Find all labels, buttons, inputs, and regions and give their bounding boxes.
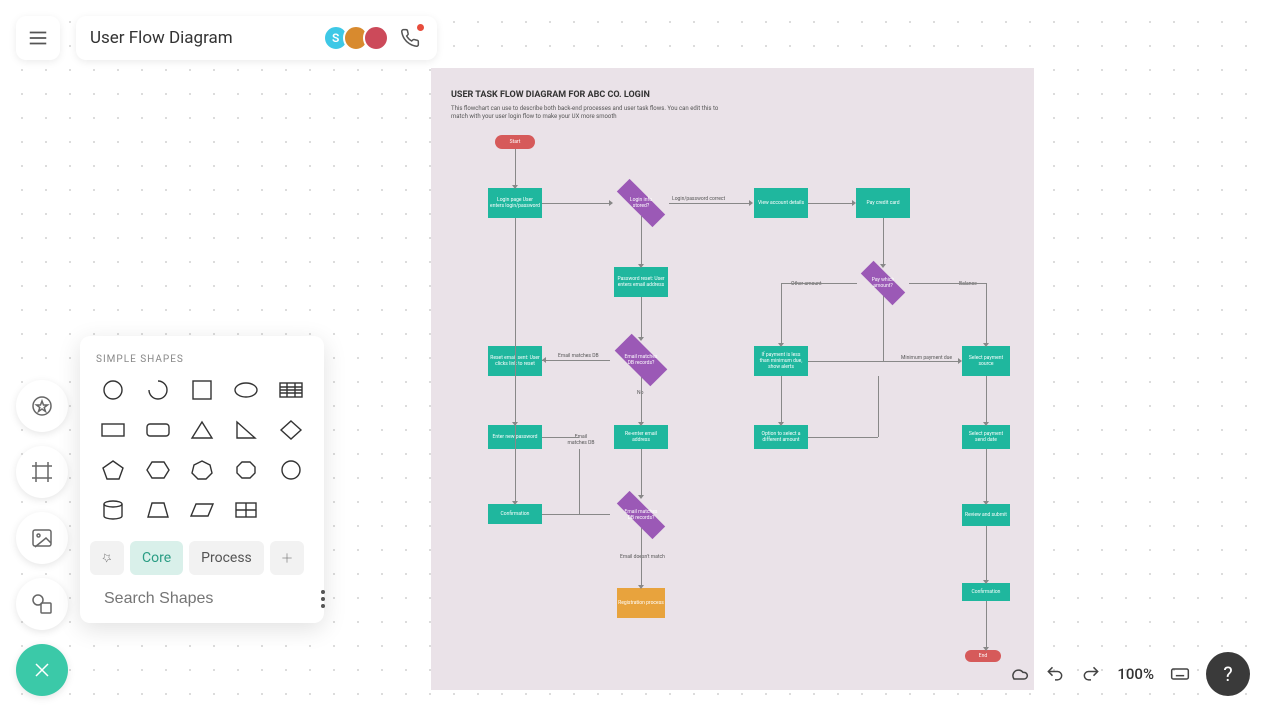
diagram-title[interactable]: USER TASK FLOW DIAGRAM FOR ABC CO. LOGIN — [451, 90, 650, 100]
frame-tool[interactable] — [16, 446, 68, 498]
node-login-page[interactable]: Login page User enters login/password — [488, 188, 542, 218]
tab-process[interactable]: Process — [189, 541, 264, 575]
node-login-stored[interactable]: Login info stored? — [623, 194, 659, 212]
edge-label: Email matches DB — [558, 353, 599, 359]
node-select-date[interactable]: Select payment send date — [962, 425, 1010, 449]
add-tab-button[interactable] — [270, 541, 304, 575]
shape-triangle[interactable] — [183, 415, 221, 445]
edge-label: Login/password correct — [672, 196, 725, 202]
node-pay-which[interactable]: Pay which amount? — [867, 274, 899, 292]
redo-icon — [1081, 664, 1101, 684]
shape-ellipse[interactable] — [227, 375, 265, 405]
diagram-canvas[interactable]: USER TASK FLOW DIAGRAM FOR ABC CO. LOGIN… — [431, 68, 1034, 690]
node-end[interactable]: End — [965, 650, 1001, 662]
title-bar: User Flow Diagram S — [76, 16, 437, 60]
undo-icon — [1045, 664, 1065, 684]
shape-grid[interactable] — [227, 495, 265, 525]
shape-nonagon[interactable] — [272, 455, 310, 485]
shape-trapezoid[interactable] — [138, 495, 176, 525]
menu-button[interactable] — [16, 16, 60, 60]
node-view-account[interactable]: View account details — [754, 188, 808, 218]
zoom-level[interactable]: 100% — [1117, 665, 1154, 683]
node-start[interactable]: Start — [495, 135, 535, 149]
keyboard-shortcuts-button[interactable] — [1170, 664, 1190, 684]
cloud-icon — [1009, 664, 1029, 684]
diagram-description[interactable]: This flowchart can use to describe both … — [451, 105, 731, 121]
shape-rectangle[interactable] — [94, 415, 132, 445]
node-email-matches[interactable]: Email matches DB records? — [623, 348, 659, 372]
hamburger-icon — [27, 27, 49, 49]
shape-square[interactable] — [183, 375, 221, 405]
edge-label: Balance — [959, 281, 977, 287]
shape-hexagon[interactable] — [138, 455, 176, 485]
shape-right-triangle[interactable] — [227, 415, 265, 445]
close-panel-button[interactable] — [16, 644, 68, 696]
plus-icon — [279, 550, 295, 566]
tab-core[interactable]: Core — [130, 541, 183, 575]
star-icon — [30, 394, 54, 418]
panel-menu-button[interactable] — [321, 590, 325, 608]
more-shapes-tool[interactable] — [16, 578, 68, 630]
node-confirmation2[interactable]: Confirmation — [962, 583, 1010, 601]
shape-rounded-rect[interactable] — [138, 415, 176, 445]
sync-status[interactable] — [1009, 664, 1029, 684]
node-registration[interactable]: Registration process — [617, 588, 665, 618]
search-input[interactable] — [104, 590, 311, 608]
node-review[interactable]: Review and submit — [962, 504, 1010, 526]
shape-arc[interactable] — [138, 375, 176, 405]
node-pay-less[interactable]: If payment is less than minimum due, sho… — [754, 346, 808, 376]
collaborator-avatars[interactable]: S — [323, 25, 389, 51]
shape-cylinder[interactable] — [94, 495, 132, 525]
edge-label: Email doesn't match — [620, 554, 665, 560]
node-confirmation[interactable]: Confirmation — [488, 504, 542, 524]
shape-parallelogram[interactable] — [183, 495, 221, 525]
pin-tab[interactable] — [90, 541, 124, 575]
close-icon — [30, 658, 54, 682]
shape-heptagon[interactable] — [183, 455, 221, 485]
shapes-icon — [30, 592, 54, 616]
edge-label: Email matches DB — [566, 434, 596, 446]
shape-pentagon[interactable] — [94, 455, 132, 485]
node-email-matches2[interactable]: Email matches DB records? — [623, 506, 659, 524]
frame-icon — [30, 460, 54, 484]
phone-icon — [400, 28, 420, 48]
avatar[interactable] — [363, 25, 389, 51]
node-reenter-email[interactable]: Re-enter email address — [614, 425, 668, 449]
node-pw-reset[interactable]: Password reset: User enters email addres… — [614, 267, 668, 297]
help-button[interactable]: ? — [1206, 652, 1250, 696]
document-title[interactable]: User Flow Diagram — [90, 28, 233, 48]
image-icon — [30, 526, 54, 550]
shapes-panel: SIMPLE SHAPES Core Process — [80, 336, 324, 623]
edge-label: Other amount — [791, 281, 822, 287]
call-button[interactable] — [397, 25, 423, 51]
shape-octagon[interactable] — [227, 455, 265, 485]
node-select-src[interactable]: Select payment source — [962, 346, 1010, 376]
shape-diamond[interactable] — [272, 415, 310, 445]
image-tool[interactable] — [16, 512, 68, 564]
redo-button[interactable] — [1081, 664, 1101, 684]
shape-table[interactable] — [272, 375, 310, 405]
node-pay-card[interactable]: Pay credit card — [856, 188, 910, 218]
keyboard-icon — [1170, 664, 1190, 684]
panel-section-label: SIMPLE SHAPES — [80, 336, 324, 375]
shapes-tool[interactable] — [16, 380, 68, 432]
notification-dot — [417, 24, 424, 31]
node-option-diff[interactable]: Option to select a different amount — [754, 425, 808, 449]
undo-button[interactable] — [1045, 664, 1065, 684]
pin-icon — [99, 550, 115, 566]
shape-circle[interactable] — [94, 375, 132, 405]
